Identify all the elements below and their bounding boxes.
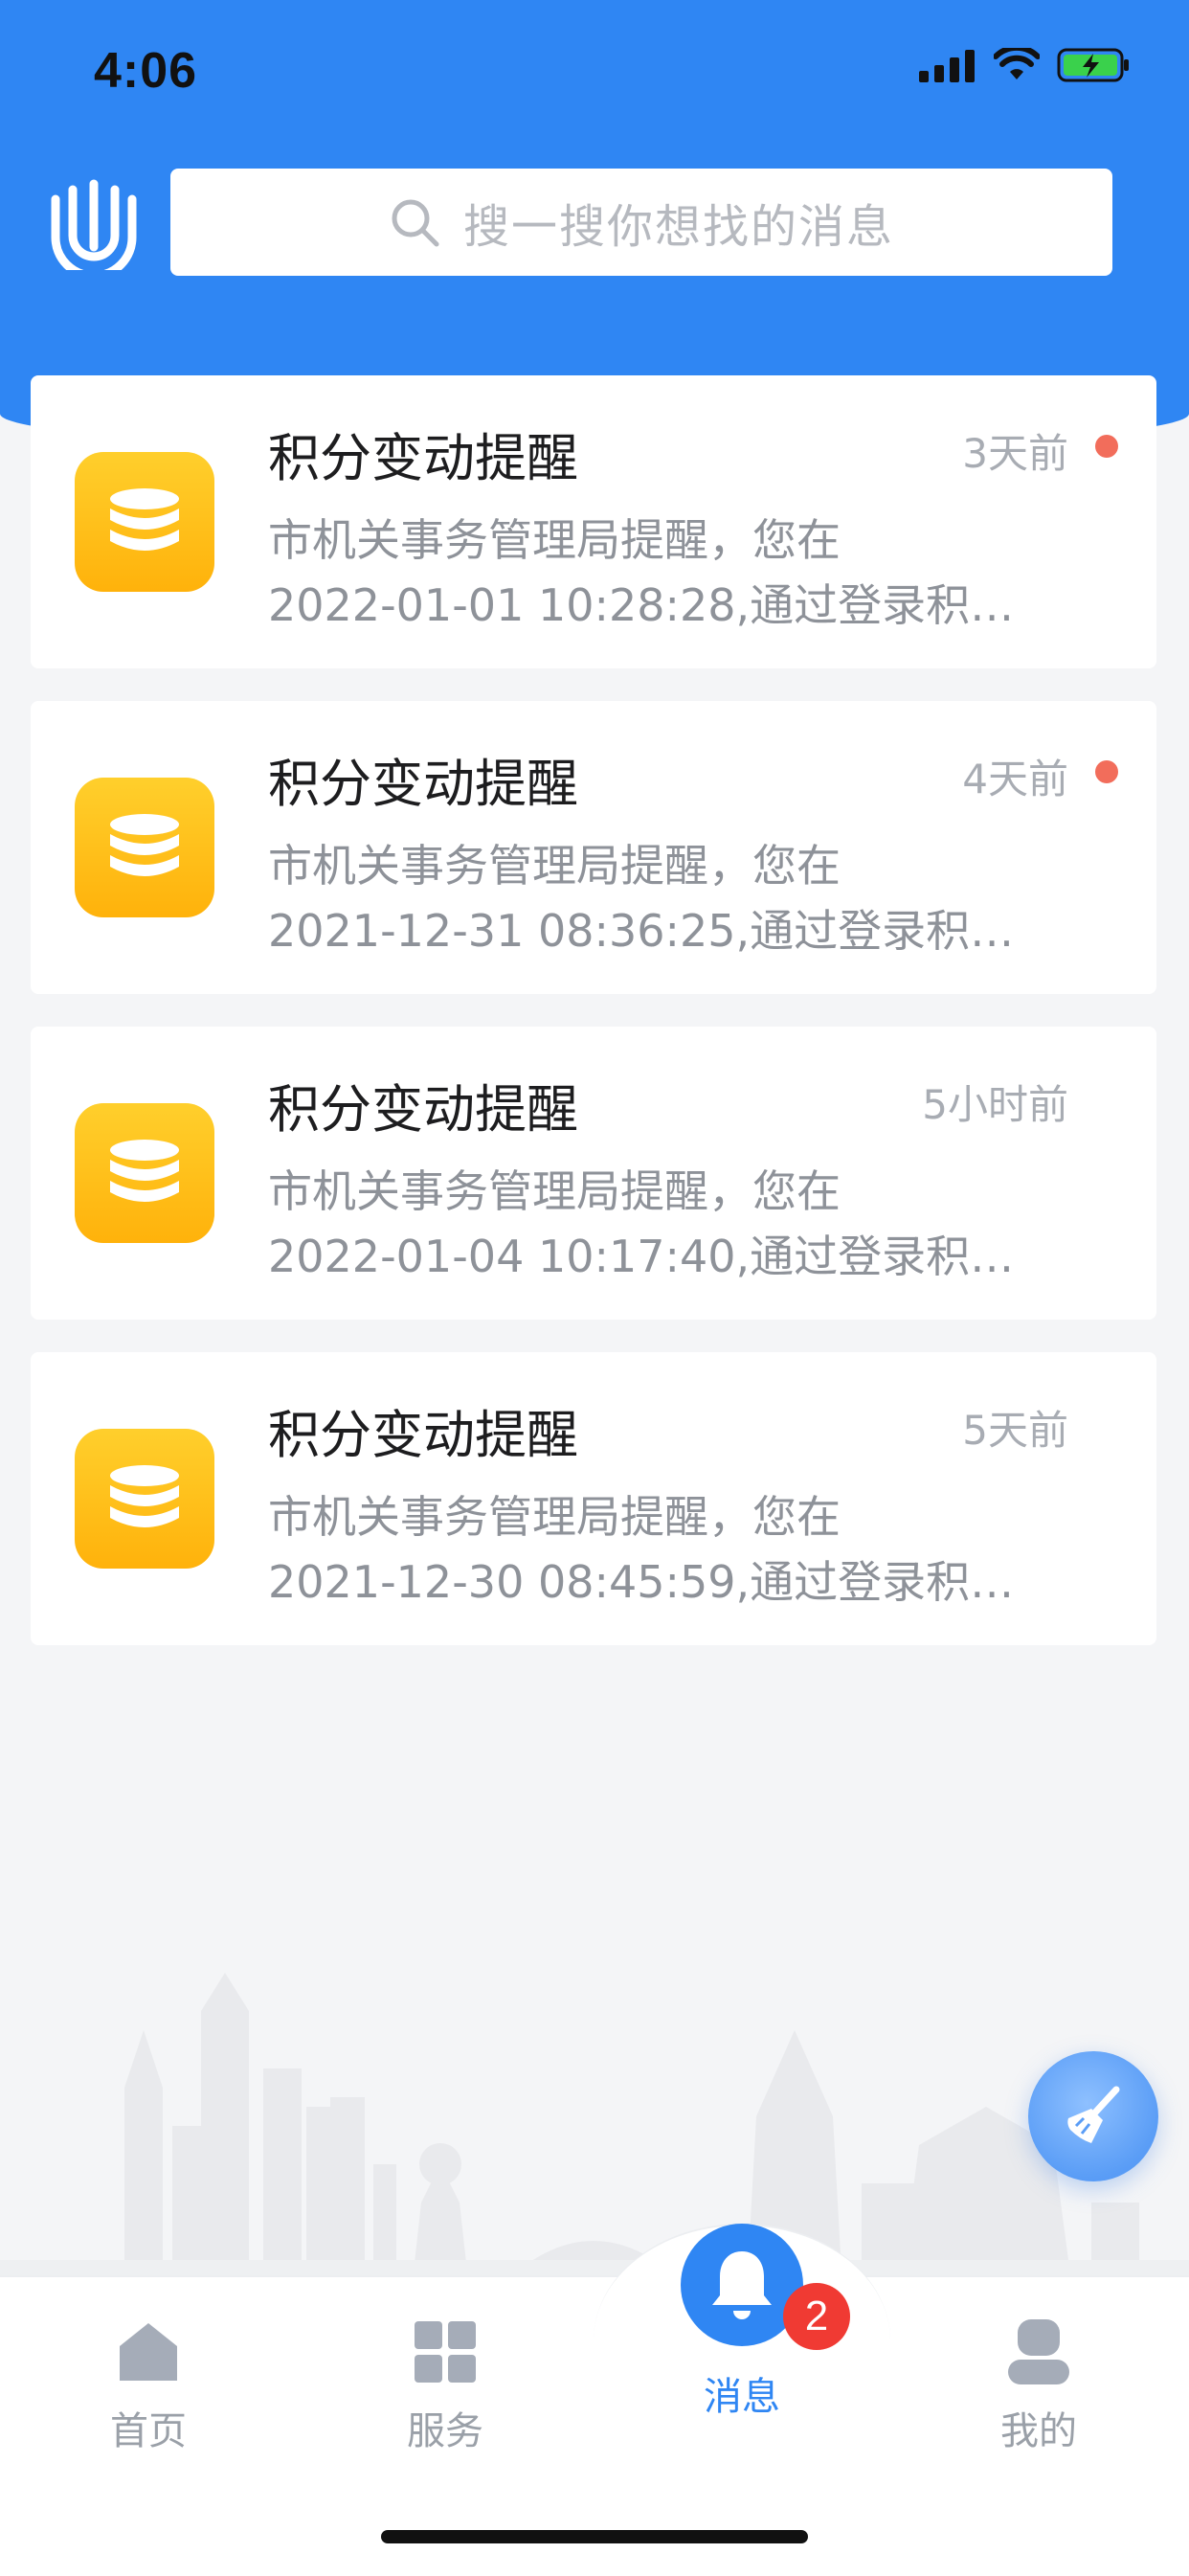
user-icon (1008, 2319, 1069, 2384)
message-title: 积分变动提醒 (268, 1079, 578, 1140)
home-indicator (381, 2530, 808, 2543)
coin-stack-icon (75, 452, 214, 592)
app-logo (51, 179, 137, 270)
coin-stack-icon (75, 1429, 214, 1569)
grid-icon (415, 2321, 476, 2383)
message-preview-line: 市机关事务管理局提醒，您在 (268, 1165, 841, 1217)
tab-home-label: 首页 (110, 2409, 187, 2453)
message-time: 5小时前 (922, 1081, 1068, 1128)
unread-dot (1095, 760, 1118, 783)
status-time: 4:06 (94, 43, 198, 99)
search-icon (392, 199, 439, 247)
message-title: 积分变动提醒 (268, 754, 578, 814)
message-card[interactable]: 积分变动提醒 4天前 市机关事务管理局提醒，您在 2021-12-31 08:3… (31, 701, 1156, 994)
battery-icon (1057, 48, 1129, 82)
tab-mine[interactable]: 我的 (943, 2317, 1134, 2455)
message-preview: 市机关事务管理局提醒，您在 2022-01-04 10:17:40,通过登录积… (268, 1159, 1063, 1289)
message-card[interactable]: 积分变动提醒 3天前 市机关事务管理局提醒，您在 2022-01-01 10:2… (31, 375, 1156, 668)
messages-badge: 2 (783, 2283, 850, 2350)
clear-messages-button[interactable] (1028, 2051, 1158, 2181)
message-title: 积分变动提醒 (268, 1405, 578, 1465)
message-list: 积分变动提醒 3天前 市机关事务管理局提醒，您在 2022-01-01 10:2… (31, 375, 1156, 1678)
search-input[interactable]: 搜一搜你想找的消息 (170, 169, 1112, 276)
status-bar: 4:06 (0, 0, 1189, 144)
message-preview: 市机关事务管理局提醒，您在 2021-12-30 08:45:59,通过登录积… (268, 1484, 1063, 1615)
search-placeholder: 搜一搜你想找的消息 (462, 200, 894, 254)
unread-dot (1095, 435, 1118, 458)
tab-messages-label: 消息 (704, 2375, 780, 2419)
message-time: 4天前 (962, 756, 1068, 802)
broom-icon (1067, 2086, 1120, 2143)
message-title: 积分变动提醒 (268, 428, 578, 488)
tab-mine-label: 我的 (1000, 2409, 1077, 2453)
tab-services-label: 服务 (407, 2409, 483, 2453)
coin-stack-icon (75, 778, 214, 917)
message-preview-line: 2022-01-01 10:28:28,通过登录积… (268, 579, 1015, 631)
message-card[interactable]: 积分变动提醒 5天前 市机关事务管理局提醒，您在 2021-12-30 08:4… (31, 1352, 1156, 1645)
message-preview: 市机关事务管理局提醒，您在 2021-12-31 08:36:25,通过登录积… (268, 833, 1063, 963)
message-card[interactable]: 积分变动提醒 5小时前 市机关事务管理局提醒，您在 2022-01-04 10:… (31, 1027, 1156, 1320)
status-icons (919, 48, 1132, 82)
message-preview-line: 2022-01-04 10:17:40,通过登录积… (268, 1231, 1015, 1282)
message-preview-line: 2021-12-30 08:45:59,通过登录积… (268, 1556, 1015, 1608)
tab-services[interactable]: 服务 (349, 2317, 541, 2455)
tab-home[interactable]: 首页 (53, 2317, 244, 2455)
wifi-icon (994, 48, 1040, 79)
message-preview-line: 市机关事务管理局提醒，您在 (268, 1491, 841, 1543)
coin-stack-icon (75, 1103, 214, 1243)
message-preview-line: 2021-12-31 08:36:25,通过登录积… (268, 905, 1015, 957)
message-time: 5天前 (962, 1407, 1068, 1454)
signal-icon (919, 48, 976, 82)
message-preview: 市机关事务管理局提醒，您在 2022-01-01 10:28:28,通过登录积… (268, 508, 1063, 638)
city-skyline-illustration (0, 1973, 1189, 2289)
message-time: 3天前 (962, 430, 1068, 477)
message-preview-line: 市机关事务管理局提醒，您在 (268, 514, 841, 566)
tab-messages[interactable]: 消息 (646, 2352, 838, 2421)
message-preview-line: 市机关事务管理局提醒，您在 (268, 840, 841, 892)
home-icon (120, 2323, 177, 2381)
bell-icon (712, 2251, 772, 2319)
